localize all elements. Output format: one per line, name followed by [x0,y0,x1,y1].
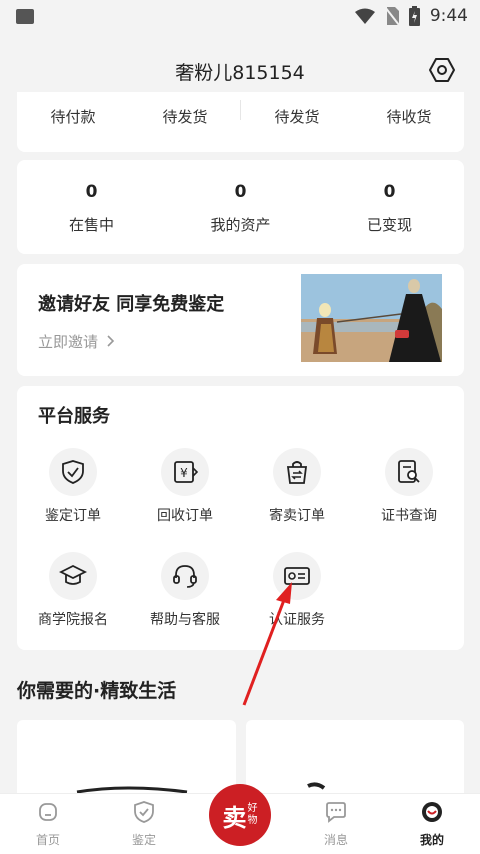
battery-charging-icon [408,6,420,26]
graduation-cap-icon [59,564,87,585]
invite-link[interactable]: 立即邀请 [38,331,115,352]
yen-receipt-icon: ¥ [174,461,198,483]
service-label: 商学院报名 [38,612,108,628]
stat-label: 已变现 [366,216,412,234]
service-label: 回收订单 [157,508,213,524]
product-card[interactable] [17,720,236,800]
product-card[interactable] [246,720,464,800]
tab-label: 我的 [419,833,444,847]
image-notification-icon [16,9,34,24]
shield-check-icon [62,460,84,484]
service-appraisal-orders[interactable]: 鉴定订单 [17,448,129,525]
home-icon [39,803,57,821]
order-pending-shipment-2[interactable]: 待发货 [241,106,353,127]
invite-link-label: 立即邀请 [38,333,99,351]
tab-home[interactable]: 首页 [16,800,80,848]
sell-sub-label-1: 好 [247,803,258,814]
order-status-card: 待付款 待发货 待发货 待收货 [17,92,464,152]
service-label: 鉴定订单 [45,508,101,524]
tab-label: 消息 [323,833,348,847]
stat-label: 我的资产 [210,216,271,234]
chat-icon [326,802,346,823]
order-pending-payment[interactable]: 待付款 [17,106,129,127]
shield-icon [134,801,154,823]
tab-appraisal[interactable]: 鉴定 [112,800,176,848]
order-pending-shipment[interactable]: 待发货 [129,106,241,127]
service-label: 证书查询 [381,508,437,524]
status-bar: 9:44 [0,0,480,34]
service-label: 帮助与客服 [150,612,220,628]
stat-value: 0 [234,182,247,202]
tab-label: 鉴定 [131,833,156,847]
bag-exchange-icon [286,461,308,484]
tab-messages[interactable]: 消息 [304,800,368,848]
service-consignment-orders[interactable]: 寄卖订单 [241,448,353,525]
sell-sub-label-2: 物 [247,815,258,826]
svg-text:¥: ¥ [180,466,188,480]
stat-value: 0 [383,182,396,202]
recommend-section-title: 你需要的·精致生活 [17,680,177,702]
service-label: 认证服务 [269,612,325,628]
service-academy-signup[interactable]: 商学院报名 [17,552,129,629]
profile-icon [422,802,442,822]
chevron-right-icon [107,335,114,347]
username-title: 奢粉儿815154 [175,62,305,84]
stats-card: 0 在售中 0 我的资产 0 已变现 [17,160,464,254]
service-verification[interactable]: 认证服务 [241,552,353,629]
stat-cashed-out[interactable]: 0 已变现 [315,182,464,235]
stat-label: 在售中 [68,216,114,234]
tab-mine[interactable]: 我的 [400,800,464,848]
services-title: 平台服务 [38,406,110,427]
tab-label: 首页 [35,833,60,847]
stat-value: 0 [85,182,98,202]
product-image [307,782,326,790]
service-help-support[interactable]: 帮助与客服 [129,552,241,629]
status-time: 9:44 [429,6,468,26]
invite-title: 邀请好友 同享免费鉴定 [38,294,225,315]
sell-main-label: 卖 [222,803,247,832]
no-sim-icon [384,7,399,25]
stat-on-sale[interactable]: 0 在售中 [17,182,166,235]
service-label: 寄卖订单 [269,508,325,524]
product-image [76,786,188,794]
invite-banner[interactable]: 邀请好友 同享免费鉴定 立即邀请 [17,264,464,376]
stat-my-assets[interactable]: 0 我的资产 [166,182,315,235]
headset-icon [173,565,197,588]
sell-goods-button[interactable]: 卖 好 物 [209,784,271,846]
service-recycle-orders[interactable]: ¥ 回收订单 [129,448,241,525]
settings-icon[interactable] [428,56,456,84]
order-pending-receipt[interactable]: 待收货 [353,106,465,127]
platform-services-card: 平台服务 鉴定订单 ¥ 回收订单 寄卖订单 证书查询 商学院报名 帮助与客服 认… [17,386,464,650]
invite-banner-image [301,274,442,362]
service-certificate-lookup[interactable]: 证书查询 [353,448,465,525]
id-card-icon [284,567,310,585]
wifi-icon [354,8,375,24]
certificate-search-icon [398,460,420,483]
